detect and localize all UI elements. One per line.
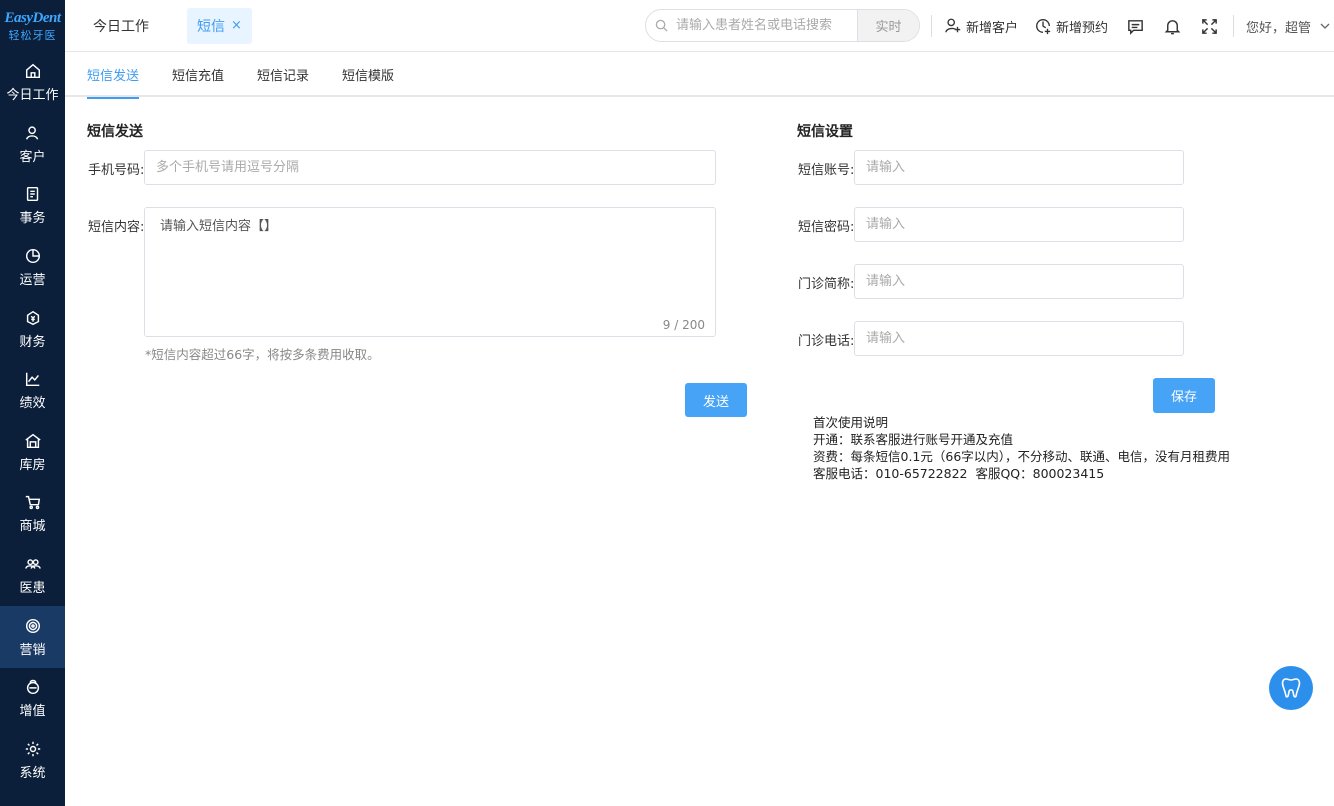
sidebar-item-label: 绩效 [19, 396, 46, 412]
sidebar-item-label: 今日工作 [6, 88, 59, 104]
add-customer-button[interactable]: 新增客户 [944, 17, 1018, 36]
phone-label: 手机号码: [88, 163, 145, 178]
assistant-button[interactable] [1269, 666, 1313, 710]
sidebar-item-marketing[interactable]: 营销 [0, 606, 65, 668]
notification-button[interactable] [1163, 17, 1182, 36]
sidebar-item-label: 事务 [19, 211, 46, 227]
search-icon [646, 19, 676, 32]
user-greeting: 您好，超管 [1246, 20, 1312, 36]
cart-icon [25, 496, 40, 510]
save-button[interactable]: 保存 [1153, 378, 1215, 413]
sidebar-item-label: 运营 [19, 273, 46, 289]
tab-sms-records[interactable]: 短信记录 [257, 52, 309, 97]
clinic-phone-input[interactable] [854, 321, 1184, 356]
sidebar-item-label: 系统 [19, 765, 46, 781]
sidebar-item-label: 营销 [19, 642, 46, 658]
instructions-title: 首次使用说明 [813, 415, 889, 430]
instructions-line: 资费：每条短信0.1元（66字以内），不分移动、联通、电信，没有月租费用 [813, 449, 1231, 464]
gear-icon [25, 741, 40, 757]
sidebar-item-patients[interactable]: 医患 [0, 545, 65, 607]
add-customer-label: 新增客户 [966, 20, 1019, 36]
clinic-short-name-label: 门诊简称: [798, 277, 855, 292]
password-input[interactable] [854, 207, 1184, 242]
add-appointment-label: 新增预约 [1056, 20, 1109, 36]
sidebar-item-finance[interactable]: 财务 [0, 298, 65, 360]
send-button[interactable]: 发送 [685, 383, 747, 417]
tab-sms-recharge[interactable]: 短信充值 [172, 52, 224, 97]
tab-sms[interactable]: 短信 × [187, 7, 252, 44]
top-actions: 新增客户 新增预约 您好，超管 [931, 0, 1331, 52]
usage-instructions: 首次使用说明 开通：联系客服进行账号开通及充值 资费：每条短信0.1元（66字以… [813, 414, 1230, 482]
bell-icon [1164, 19, 1181, 34]
warehouse-icon [24, 433, 41, 448]
sidebar-item-label: 库房 [19, 457, 46, 473]
pie-icon [25, 249, 40, 264]
sidebar-item-mall[interactable]: 商城 [0, 483, 65, 545]
sidebar-item-label: 医患 [19, 581, 46, 597]
sidebar-item-customer[interactable]: 客户 [0, 114, 65, 176]
people-icon [24, 559, 41, 569]
sidebar-item-label: 客户 [19, 149, 46, 165]
divider [1233, 15, 1235, 37]
clinic-phone-label: 门诊电话: [798, 334, 855, 349]
tab-sms-templates[interactable]: 短信模版 [342, 52, 394, 97]
logo-text: EasyDent [4, 9, 62, 26]
content-hint: *短信内容超过66字，将按多条费用收取。 [145, 347, 380, 362]
content-label: 短信内容: [88, 220, 145, 235]
tab-today[interactable]: 今日工作 [83, 8, 159, 44]
instructions-line: 开通：联系客服进行账号开通及充值 [813, 432, 1014, 447]
close-icon[interactable]: × [231, 18, 242, 33]
sidebar-item-operations[interactable]: 运营 [0, 237, 65, 299]
content-textarea[interactable] [145, 208, 715, 336]
divider [931, 15, 932, 37]
message-icon [1128, 19, 1143, 35]
account-label: 短信账号: [798, 163, 855, 178]
tooth-icon [1281, 678, 1301, 698]
gift-icon [26, 679, 39, 695]
top-bar: 今日工作 短信 × 实时 新增客户 新增预约 您好，超管 [65, 0, 1334, 52]
search-mode-button[interactable]: 实时 [857, 10, 919, 41]
task-icon [26, 187, 38, 202]
clock-plus-icon [1036, 19, 1051, 35]
tab-sms-send[interactable]: 短信发送 [87, 52, 140, 99]
sidebar-item-label: 增值 [19, 704, 46, 720]
logo-subtitle: 轻松牙医 [8, 28, 57, 42]
message-button[interactable] [1126, 17, 1145, 36]
chevron-down-icon [1320, 23, 1330, 29]
sidebar-item-performance[interactable]: 绩效 [0, 360, 65, 422]
phone-input[interactable] [144, 150, 716, 185]
user-menu[interactable]: 您好，超管 [1246, 17, 1331, 36]
home-icon [25, 64, 40, 79]
send-section-title: 短信发送 [87, 124, 143, 140]
sidebar-item-value-added[interactable]: 增值 [0, 668, 65, 730]
clinic-short-name-input[interactable] [854, 264, 1184, 299]
search-input[interactable] [676, 18, 856, 33]
sidebar: EasyDent 轻松牙医 今日工作 客户 事务 运营 财务 绩效 库房 商城 … [0, 0, 65, 806]
instructions-line: 客服电话：010-65722822 客服QQ：800023415 [813, 466, 1105, 481]
sub-tabs: 短信发送 短信充值 短信记录 短信模版 [65, 52, 1334, 99]
account-input[interactable] [854, 150, 1184, 185]
char-counter: 9 / 200 [662, 318, 705, 332]
chart-icon [25, 372, 39, 387]
sidebar-item-label: 商城 [19, 519, 46, 535]
sidebar-item-label: 财务 [19, 334, 46, 350]
sidebar-item-warehouse[interactable]: 库房 [0, 422, 65, 484]
fullscreen-button[interactable] [1200, 17, 1219, 36]
add-user-icon [945, 18, 961, 33]
sidebar-item-today[interactable]: 今日工作 [0, 52, 65, 114]
sidebar-item-tasks[interactable]: 事务 [0, 175, 65, 237]
tab-label: 短信 [197, 18, 225, 35]
add-appointment-button[interactable]: 新增预约 [1034, 17, 1108, 36]
content-textarea-wrap: 9 / 200 [144, 207, 716, 337]
patient-search: 实时 [645, 9, 920, 42]
target-icon [25, 618, 40, 633]
sidebar-item-system[interactable]: 系统 [0, 730, 65, 792]
password-label: 短信密码: [798, 220, 855, 235]
fullscreen-icon [1202, 18, 1217, 34]
user-icon [25, 126, 38, 140]
finance-icon [26, 310, 39, 325]
logo[interactable]: EasyDent 轻松牙医 [0, 0, 65, 52]
settings-section-title: 短信设置 [797, 124, 853, 140]
